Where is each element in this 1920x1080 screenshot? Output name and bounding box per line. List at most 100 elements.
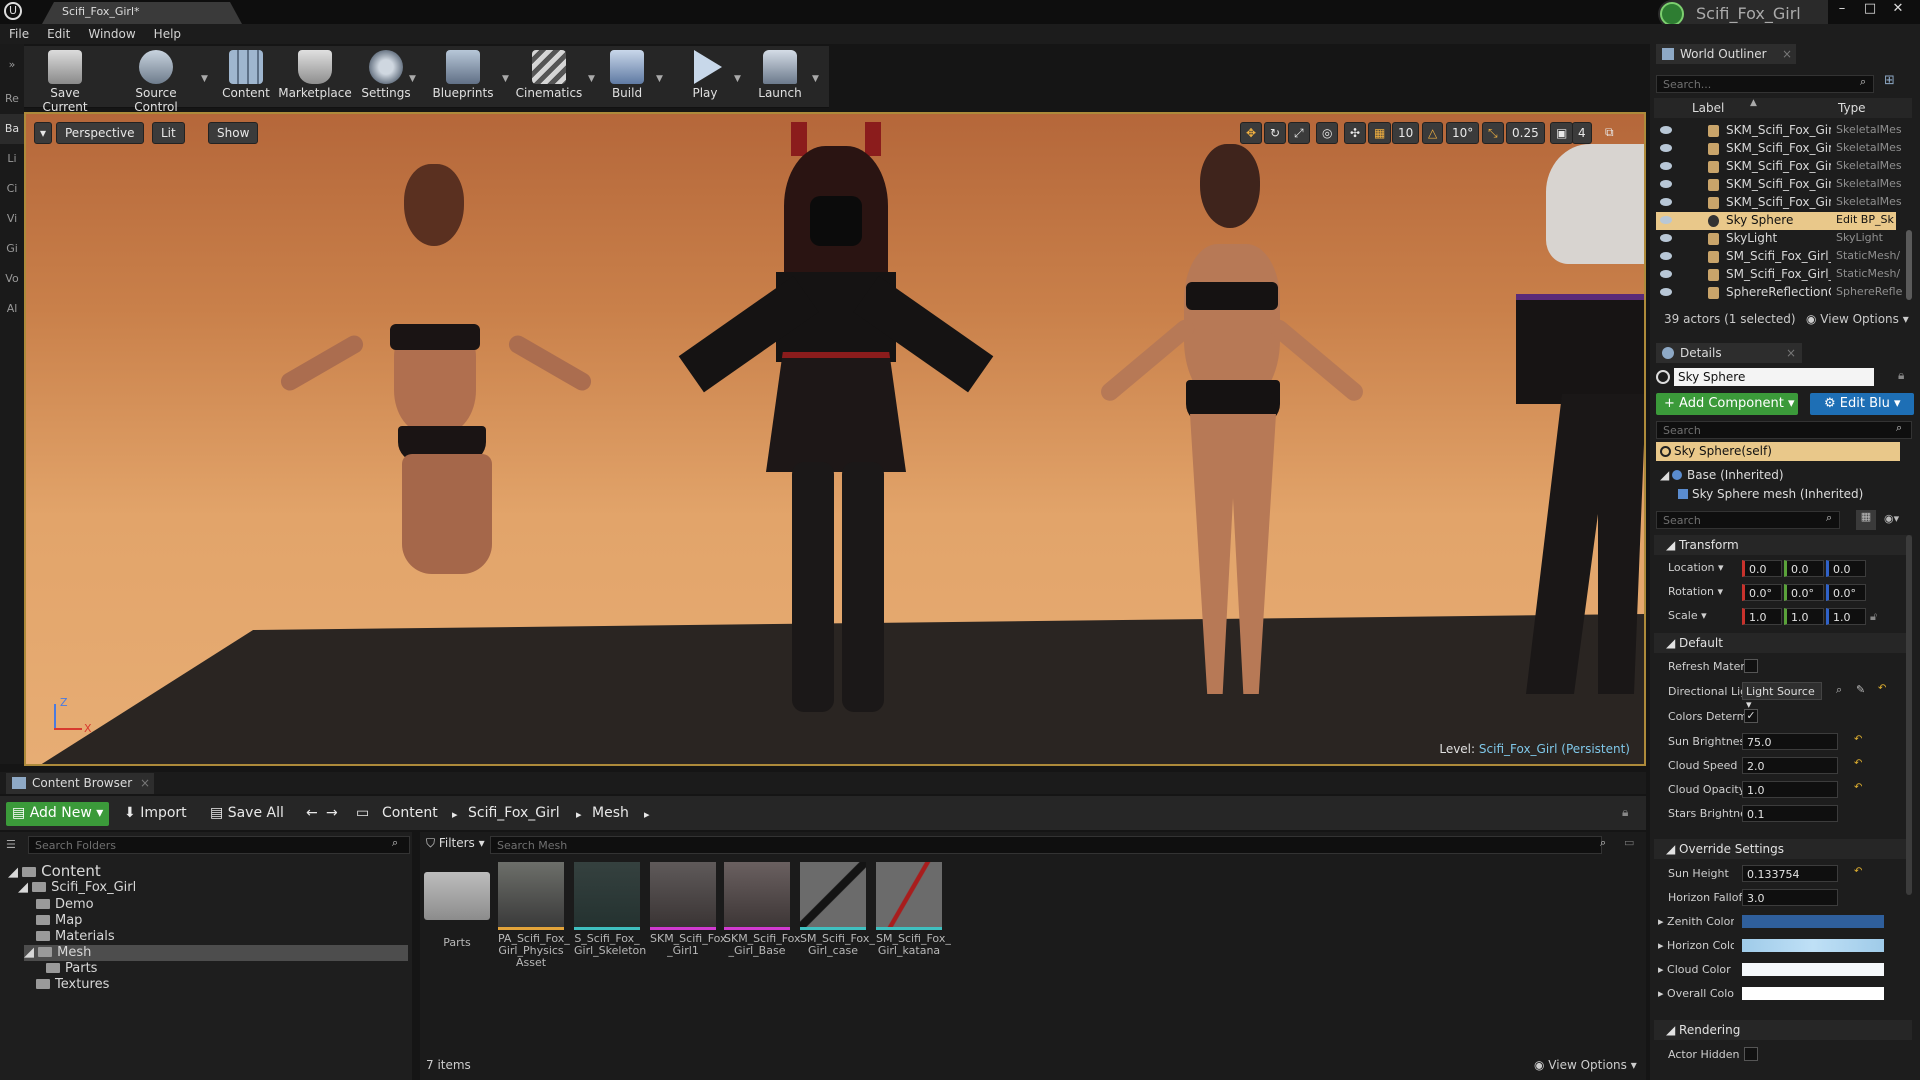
horizon-color-swatch[interactable] xyxy=(1742,939,1884,952)
add-component-button[interactable]: + Add Component ▾ xyxy=(1656,393,1798,415)
cinematics-dropdown-icon[interactable]: ▼ xyxy=(588,74,595,84)
settings-button[interactable]: Settings xyxy=(360,46,412,106)
details-tab[interactable]: Details × xyxy=(1656,343,1802,363)
overall-color-swatch[interactable] xyxy=(1742,987,1884,1000)
sun-height-input[interactable]: 0.133754 xyxy=(1742,865,1838,882)
outliner-row[interactable]: SkyLight SkyLight xyxy=(1656,230,1896,248)
cloud-speed-input[interactable]: 2.0 xyxy=(1742,757,1838,774)
settings-dropdown-icon[interactable]: ▼ xyxy=(409,74,416,84)
scale-icon[interactable]: ⤢ xyxy=(1288,122,1310,144)
menu-help[interactable]: Help xyxy=(145,24,190,41)
asset-sm-katana[interactable]: SM_Scifi_Fox_ Girl_katana xyxy=(876,862,951,957)
history-icon[interactable]: ▭ xyxy=(1624,836,1634,849)
rotation-x[interactable]: 0.0° xyxy=(1742,584,1782,601)
location-label[interactable]: Location ▾ xyxy=(1668,561,1744,574)
visibility-eye-icon[interactable] xyxy=(1660,270,1672,278)
rotation-y[interactable]: 0.0° xyxy=(1784,584,1824,601)
reset-icon[interactable]: ↶ xyxy=(1854,782,1862,793)
cinematics-button[interactable]: Cinematics xyxy=(512,46,586,106)
details-search-input[interactable]: Search xyxy=(1656,511,1840,529)
override-settings-section[interactable]: ◢ Override Settings xyxy=(1654,839,1912,859)
white-hair-figure[interactable] xyxy=(1506,144,1644,704)
outliner-row[interactable]: SM_Scifi_Fox_Girl_k StaticMesh/ xyxy=(1656,266,1900,284)
breadcrumb-content[interactable]: Content xyxy=(376,802,444,826)
zenith-color-swatch[interactable] xyxy=(1742,915,1884,928)
import-button[interactable]: ⬇ Import xyxy=(118,802,193,826)
outliner-row[interactable]: SKM_Scifi_Fox_Girl_ SkeletalMes xyxy=(1656,176,1902,194)
mode-tab-volumes[interactable]: Vo xyxy=(0,264,24,294)
menu-file[interactable]: File xyxy=(0,24,38,41)
details-scrollbar[interactable] xyxy=(1906,535,1912,895)
character-parts-figure[interactable] xyxy=(266,164,596,584)
mode-tab-visual[interactable]: Vi xyxy=(0,204,24,234)
folder-nav-icon[interactable]: ▭ xyxy=(350,802,375,826)
rendering-section[interactable]: ◢ Rendering xyxy=(1654,1020,1912,1040)
asset-physics[interactable]: PA_Scifi_Fox_ Girl_Physics Asset xyxy=(498,862,570,969)
lock-icon[interactable]: 🔒︎ xyxy=(1616,802,1634,826)
tree-item-textures[interactable]: Textures xyxy=(36,977,109,993)
filters-button[interactable]: ⛉ Filters ▾ xyxy=(426,836,485,851)
asset-parts-folder[interactable]: Parts xyxy=(424,862,490,949)
asset-sm-case[interactable]: SM_Scifi_Fox_ Girl_case xyxy=(800,862,875,957)
mode-tab-recent[interactable]: Re xyxy=(0,84,24,114)
scale-y[interactable]: 1.0 xyxy=(1784,608,1824,625)
zenith-color-label[interactable]: ▸ Zenith Color xyxy=(1658,915,1734,928)
outliner-scrollbar[interactable] xyxy=(1906,230,1912,300)
mode-tab-cinematic[interactable]: Ci xyxy=(0,174,24,204)
modes-expand-icon[interactable]: » xyxy=(0,44,24,84)
reset-icon[interactable]: ↶ xyxy=(1854,866,1862,877)
reset-icon[interactable]: ↶ xyxy=(1878,683,1886,694)
breadcrumb-mesh[interactable]: Mesh xyxy=(586,802,635,826)
blueprints-dropdown-icon[interactable]: ▼ xyxy=(502,74,509,84)
rotation-snap-icon[interactable]: △ xyxy=(1422,122,1444,144)
visibility-eye-icon[interactable] xyxy=(1660,126,1672,134)
outliner-row[interactable]: SKM_Scifi_Fox_Girl_ SkeletalMes xyxy=(1656,158,1902,176)
outliner-row[interactable]: SM_Scifi_Fox_Girl_c StaticMesh/ xyxy=(1656,248,1900,266)
launch-button[interactable]: Launch xyxy=(754,46,806,106)
save-current-button[interactable]: Save Current xyxy=(32,46,98,114)
actor-hidden-checkbox[interactable] xyxy=(1744,1047,1758,1061)
content-button[interactable]: Content xyxy=(220,46,272,106)
grid-snap-value[interactable]: 10 xyxy=(1392,122,1420,144)
component-self-row[interactable]: Sky Sphere(self) xyxy=(1656,442,1900,461)
scale-x[interactable]: 1.0 xyxy=(1742,608,1782,625)
tree-item-mesh[interactable]: ◢ Mesh xyxy=(24,945,408,961)
location-z[interactable]: 0.0 xyxy=(1826,560,1866,577)
launch-dropdown-icon[interactable]: ▼ xyxy=(812,74,819,84)
asset-skm-girl1[interactable]: SKM_Scifi_Fox _Girl1 xyxy=(650,862,727,957)
reset-icon[interactable]: ↶ xyxy=(1854,734,1862,745)
minimize-button[interactable]: – xyxy=(1830,1,1854,17)
forward-arrow-icon[interactable]: → xyxy=(320,802,344,826)
world-space-icon[interactable]: ◎ xyxy=(1316,122,1339,144)
sun-brightness-input[interactable]: 75.0 xyxy=(1742,733,1838,750)
outliner-view-options[interactable]: ◉ View Options ▾ xyxy=(1806,312,1909,326)
base-body-figure[interactable] xyxy=(1076,144,1406,704)
add-filter-icon[interactable]: ⊞ xyxy=(1884,73,1895,88)
tab-close-icon[interactable]: × xyxy=(1782,47,1792,61)
search-folders-input[interactable]: Search Folders xyxy=(28,836,410,854)
document-tab[interactable]: Scifi_Fox_Girl* xyxy=(42,2,242,24)
mode-tab-all[interactable]: Al xyxy=(0,294,24,324)
component-mesh-row[interactable]: Sky Sphere mesh (Inherited) xyxy=(1676,487,1900,503)
asset-skm-girl-base[interactable]: SKM_Scifi_Fox _Girl_Base xyxy=(724,862,801,957)
source-control-button[interactable]: Source Control xyxy=(114,46,198,114)
horizon-color-label[interactable]: ▸ Horizon Color xyxy=(1658,939,1734,952)
tab-close-icon[interactable]: × xyxy=(140,776,150,790)
visibility-eye-icon[interactable] xyxy=(1660,216,1672,224)
asset-skeleton[interactable]: S_Scifi_Fox_ Girl_Skeleton xyxy=(574,862,646,957)
viewport-options-button[interactable]: ▾ xyxy=(34,122,53,144)
perspective-button[interactable]: Perspective xyxy=(56,122,144,144)
components-search-input[interactable]: Search xyxy=(1656,421,1912,439)
rotation-label[interactable]: Rotation ▾ xyxy=(1668,585,1744,598)
outliner-row[interactable]: SphereReflectionCaSphereRefle xyxy=(1656,284,1902,302)
maximize-button[interactable]: □ xyxy=(1858,1,1882,17)
rotation-snap-value[interactable]: 10° xyxy=(1446,122,1480,144)
visibility-eye-icon[interactable] xyxy=(1660,234,1672,242)
scale-snap-icon[interactable]: ⤡ xyxy=(1482,122,1504,144)
scale-z[interactable]: 1.0 xyxy=(1826,608,1866,625)
actor-name-field[interactable]: Sky Sphere xyxy=(1674,368,1874,386)
fox-girl-figure[interactable] xyxy=(666,122,1006,722)
outliner-search-input[interactable]: Search... xyxy=(1656,75,1874,93)
unreal-logo-icon[interactable]: U xyxy=(4,2,22,20)
visibility-eye-icon[interactable] xyxy=(1660,144,1672,152)
